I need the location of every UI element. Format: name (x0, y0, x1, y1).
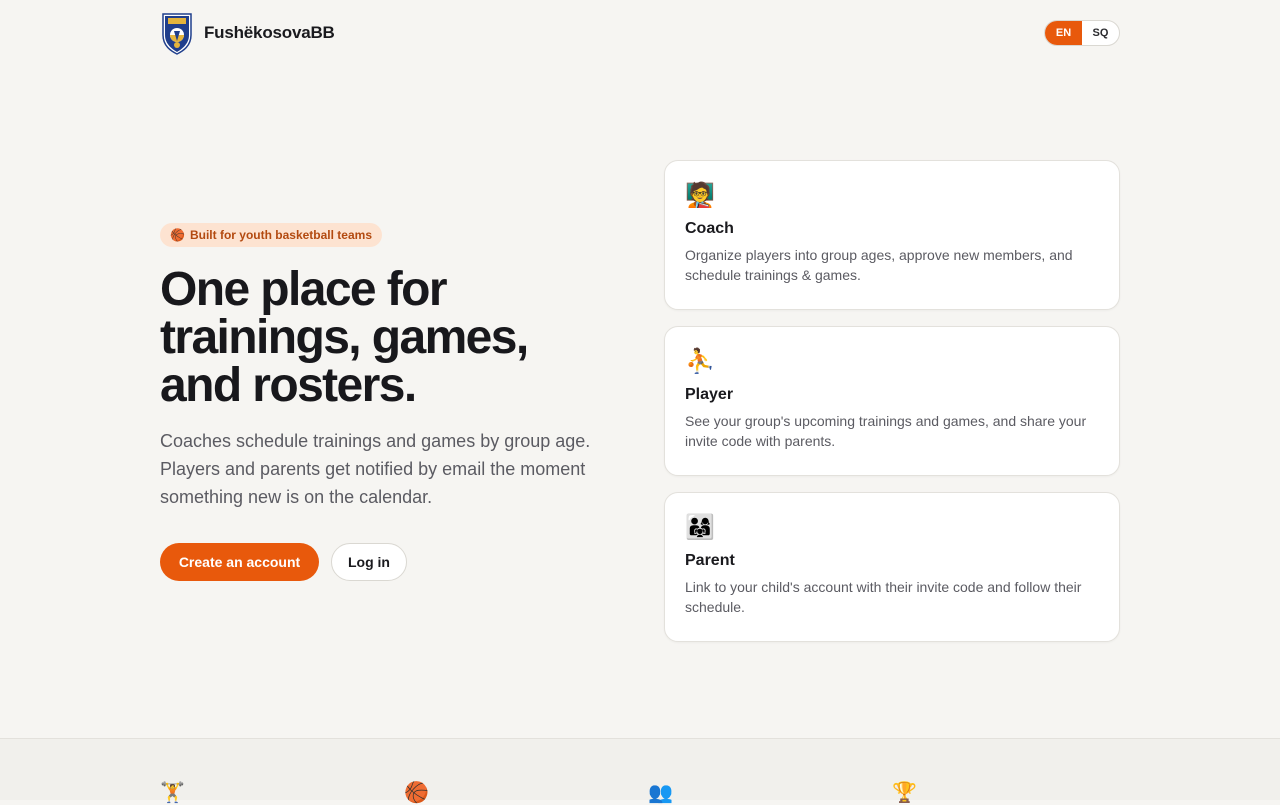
role-description: Link to your child's account with their … (685, 579, 1082, 615)
role-description: See your group's upcoming trainings and … (685, 413, 1087, 449)
club-crest-logo (162, 13, 192, 55)
weightlifter-icon: 🏋️ (160, 782, 185, 804)
hero-title-line: trainings, games, (160, 311, 529, 364)
hero-title: One place for trainings, games, and rost… (160, 266, 630, 410)
role-title: Parent (685, 552, 735, 569)
hero-title-line: One place for (160, 263, 448, 316)
role-title: Player (685, 386, 734, 403)
role-cards: 🧑‍🏫 Coach Organize players into group ag… (664, 160, 1120, 658)
basketball-icon: 🏀 (404, 782, 429, 804)
lang-en-button[interactable]: EN (1045, 21, 1082, 45)
brand[interactable]: FushëkosovaBB (160, 11, 335, 55)
trophy-icon: 🏆 (892, 782, 917, 804)
tagline-text: Built for youth basketball teams (189, 228, 372, 242)
create-account-button[interactable]: Create an account (160, 543, 319, 581)
people-icon: 👥 (648, 782, 673, 804)
cta-row: Create an account Log in (160, 543, 407, 581)
role-title: Coach (685, 220, 734, 237)
lang-sq-button[interactable]: SQ (1082, 21, 1119, 45)
role-card-player: ⛹️ Player See your group's upcoming trai… (664, 326, 1120, 476)
hero-title-line: and rosters. (160, 359, 417, 412)
family-icon: 👨‍👩‍👧 (685, 514, 715, 541)
hero-subtitle: Coaches schedule trainings and games by … (160, 431, 591, 507)
role-card-coach: 🧑‍🏫 Coach Organize players into group ag… (664, 160, 1120, 310)
site-header: FushëkosovaBB EN SQ (160, 11, 1120, 55)
basketball-icon: 🏀 (170, 228, 185, 242)
features-band: 🏋️ 🏀 👥 🏆 (0, 738, 1280, 804)
language-switcher: EN SQ (1044, 20, 1120, 46)
role-card-parent: 👨‍👩‍👧 Parent Link to your child's accoun… (664, 492, 1120, 642)
login-button[interactable]: Log in (331, 543, 407, 581)
coach-icon: 🧑‍🏫 (685, 182, 715, 209)
tagline-pill: 🏀 Built for youth basketball teams (160, 223, 382, 247)
player-icon: ⛹️ (685, 348, 715, 375)
brand-name: FushëkosovaBB (204, 23, 335, 42)
role-description: Organize players into group ages, approv… (685, 247, 1073, 283)
